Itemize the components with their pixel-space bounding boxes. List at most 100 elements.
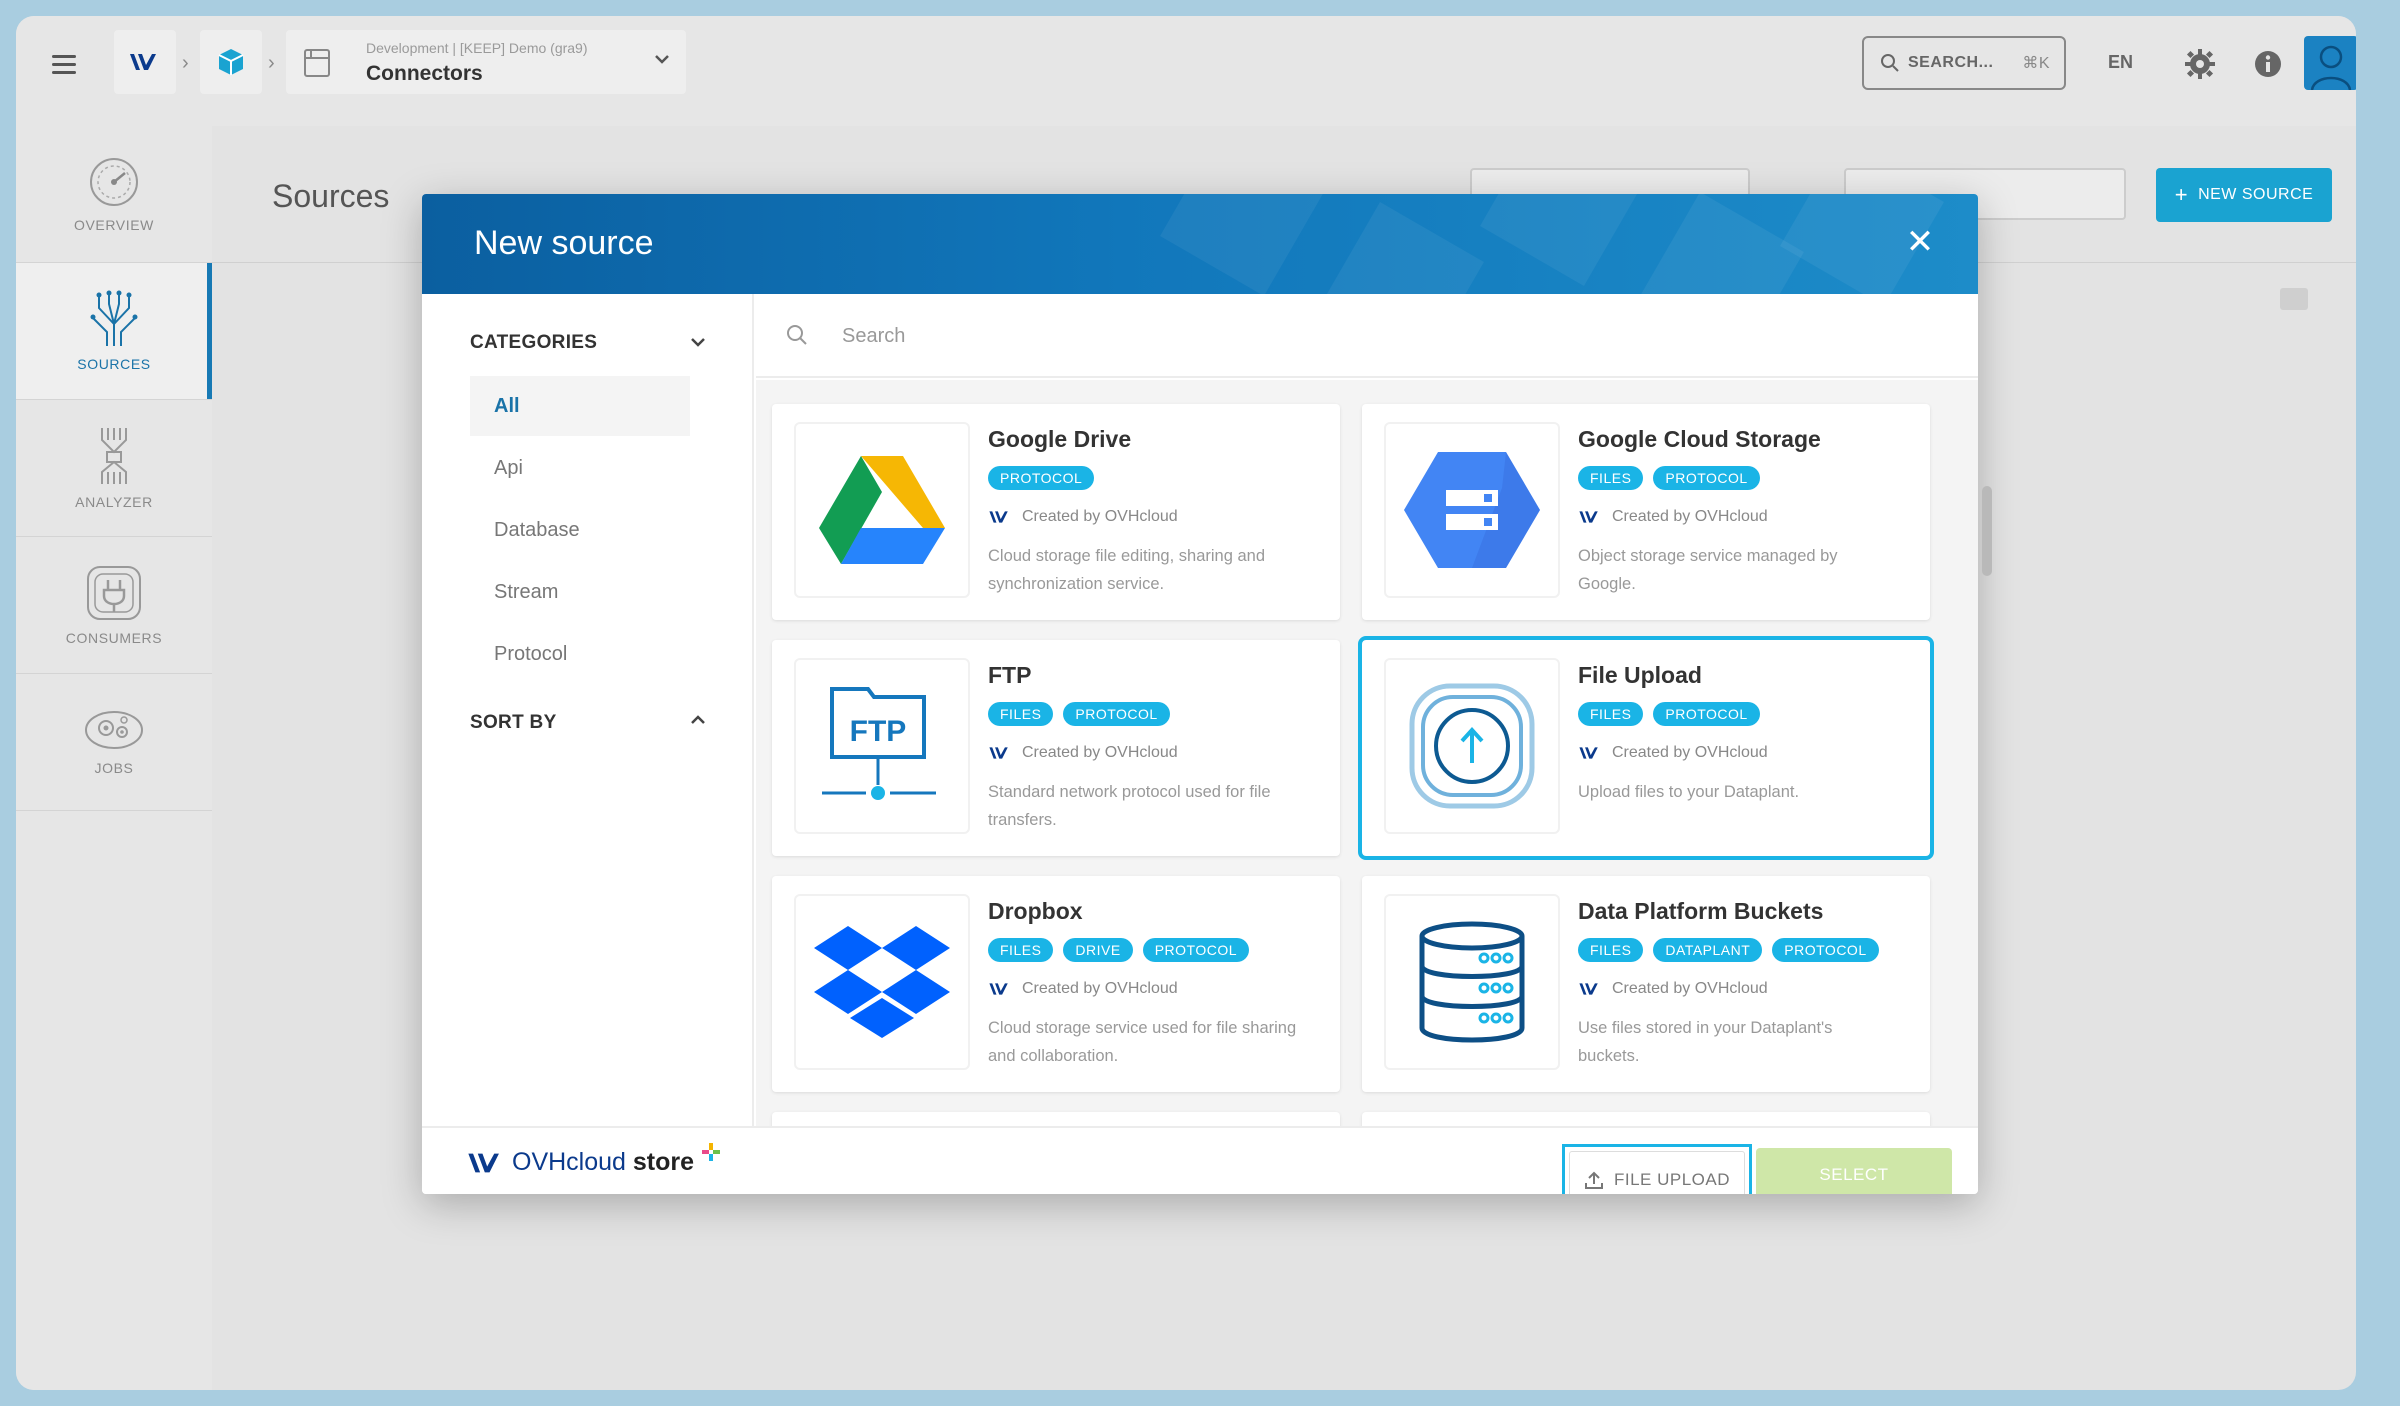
global-search-button[interactable]: SEARCH... ⌘K <box>1862 36 2066 90</box>
tag: DRIVE <box>1063 938 1133 962</box>
file-upload-button[interactable]: FILE UPLOAD <box>1562 1144 1752 1194</box>
card-partial <box>1362 1112 1930 1126</box>
language-selector[interactable]: EN <box>2108 52 2133 73</box>
folder-add-icon[interactable] <box>2280 288 2308 310</box>
category-all[interactable]: All <box>470 376 690 436</box>
card-tags: FILES DATAPLANT PROTOCOL <box>1578 938 1879 962</box>
creator-text: Created by OVHcloud <box>1022 744 1178 761</box>
tag: FILES <box>988 938 1054 962</box>
gauge-icon <box>90 158 138 206</box>
card-logo <box>1384 422 1560 598</box>
card-description: Upload files to your Dataplant. <box>1578 783 1800 801</box>
analyzer-icon <box>101 428 127 484</box>
filters-panel: CATEGORIES All Api Database Stream Proto… <box>422 294 754 1126</box>
categories-heading[interactable]: CATEGORIES <box>470 332 597 354</box>
card-creator: Created by OVHcloud <box>988 508 1178 526</box>
cube-icon <box>218 49 244 75</box>
ovhcloud-logo-icon <box>1579 511 1598 523</box>
ovhcloud-logo-icon <box>130 54 156 70</box>
chevron-up-icon[interactable] <box>686 708 710 732</box>
ovhcloud-store-logo: OVHcloud store <box>466 1142 722 1177</box>
grid-scrollbar[interactable] <box>1982 486 1992 576</box>
sidebar-item-consumers[interactable]: CONSUMERS <box>16 537 212 674</box>
card-google-cloud-storage[interactable]: Google Cloud Storage FILES PROTOCOL Crea… <box>1362 404 1930 620</box>
card-logo <box>1384 658 1560 834</box>
card-description: Use files stored in your Dataplant's buc… <box>1578 1019 1833 1065</box>
info-icon <box>2255 51 2281 77</box>
card-partial <box>772 1112 1340 1126</box>
sidebar-item-analyzer[interactable]: ANALYZER <box>16 400 212 537</box>
card-data-platform-buckets[interactable]: Data Platform Buckets FILES DATAPLANT PR… <box>1362 876 1930 1092</box>
plus-icon: + <box>2174 182 2189 207</box>
creator-text: Created by OVHcloud <box>1612 508 1768 525</box>
chevron-down-icon <box>655 55 669 64</box>
card-file-upload[interactable]: File Upload FILES PROTOCOL Created by OV… <box>1358 636 1934 860</box>
sort-by-heading[interactable]: SORT BY <box>470 712 557 734</box>
tag: FILES <box>1578 466 1644 490</box>
search-label: SEARCH... <box>1908 54 1994 71</box>
card-title: Google Cloud Storage <box>1578 426 1821 452</box>
card-tags: FILES PROTOCOL <box>1578 466 1760 490</box>
modal-search-input[interactable] <box>842 316 1642 356</box>
card-title: Dropbox <box>988 898 1083 924</box>
card-ftp[interactable]: FTP FTP FILES PROTOCOL Created by OVHclo… <box>772 640 1340 856</box>
select-button[interactable]: SELECT <box>1756 1148 1952 1194</box>
tag: PROTOCOL <box>1653 466 1760 490</box>
card-title: Data Platform Buckets <box>1578 898 1824 924</box>
top-bar: › › Development | [KEEP] Demo (gra9) Con… <box>16 16 2356 126</box>
store-brand-prefix: OVHcloud <box>512 1148 626 1176</box>
sidebar-item-sources[interactable]: SOURCES <box>16 263 212 400</box>
card-logo <box>794 422 970 598</box>
app-window: › › Development | [KEEP] Demo (gra9) Con… <box>16 16 2356 1390</box>
card-creator: Created by OVHcloud <box>988 744 1178 762</box>
header-decoration <box>1320 202 1484 294</box>
menu-icon[interactable] <box>52 52 76 76</box>
info-button[interactable] <box>2250 46 2286 82</box>
file-upload-icon <box>1409 683 1535 809</box>
chevron-down-icon[interactable] <box>686 330 710 354</box>
user-avatar[interactable] <box>2304 36 2356 90</box>
tag: PROTOCOL <box>1653 702 1760 726</box>
card-creator: Created by OVHcloud <box>1578 508 1768 526</box>
tag: DATAPLANT <box>1653 938 1763 962</box>
ovhcloud-logo-icon <box>989 747 1008 759</box>
close-icon[interactable]: ✕ <box>1902 224 1938 260</box>
sidebar-item-overview[interactable]: OVERVIEW <box>16 126 212 263</box>
connectors-grid: Google Drive PROTOCOL Created by OVHclou… <box>756 380 1978 1126</box>
card-description: Object storage service managed by Google… <box>1578 547 1838 593</box>
modal-footer: OVHcloud store FILE UPLOAD SELECT <box>422 1126 1978 1194</box>
category-stream[interactable]: Stream <box>470 562 690 622</box>
gears-icon <box>85 711 143 749</box>
ovh-logo-crumb[interactable] <box>114 30 176 94</box>
card-google-drive[interactable]: Google Drive PROTOCOL Created by OVHclou… <box>772 404 1340 620</box>
tag: PROTOCOL <box>1142 938 1250 962</box>
project-crumb[interactable] <box>200 30 262 94</box>
creator-text: Created by OVHcloud <box>1612 744 1768 761</box>
header-decoration <box>1640 194 1804 294</box>
card-description: Cloud storage service used for file shar… <box>988 1019 1297 1065</box>
database-icon <box>1419 921 1525 1043</box>
card-tags: FILES PROTOCOL <box>1578 702 1760 726</box>
sidebar-item-label: OVERVIEW <box>73 217 154 233</box>
card-logo <box>1384 894 1560 1070</box>
breadcrumb-title: Connectors <box>366 62 483 85</box>
category-api[interactable]: Api <box>470 438 690 498</box>
store-brand-suffix: store <box>632 1148 695 1176</box>
creator-text: Created by OVHcloud <box>1022 980 1178 997</box>
ovhcloud-logo-icon <box>989 511 1008 523</box>
search-shortcut: ⌘K <box>2022 55 2050 72</box>
creator-text: Created by OVHcloud <box>1612 980 1768 997</box>
sidebar-item-label: CONSUMERS <box>65 630 163 646</box>
sparkle-icon <box>702 1142 721 1161</box>
new-source-button[interactable]: + NEW SOURCE <box>2156 168 2332 222</box>
modal-title: New source <box>474 224 654 262</box>
sidebar-item-jobs[interactable]: JOBS <box>16 674 212 811</box>
category-protocol[interactable]: Protocol <box>470 624 690 684</box>
category-database[interactable]: Database <box>470 500 690 560</box>
ovhcloud-logo-icon <box>1579 983 1598 995</box>
card-title: File Upload <box>1578 662 1702 688</box>
chevron-right-icon: › <box>182 52 189 74</box>
gear-icon <box>2185 49 2215 79</box>
card-dropbox[interactable]: Dropbox FILES DRIVE PROTOCOL Created by … <box>772 876 1340 1092</box>
settings-button[interactable] <box>2182 46 2218 82</box>
